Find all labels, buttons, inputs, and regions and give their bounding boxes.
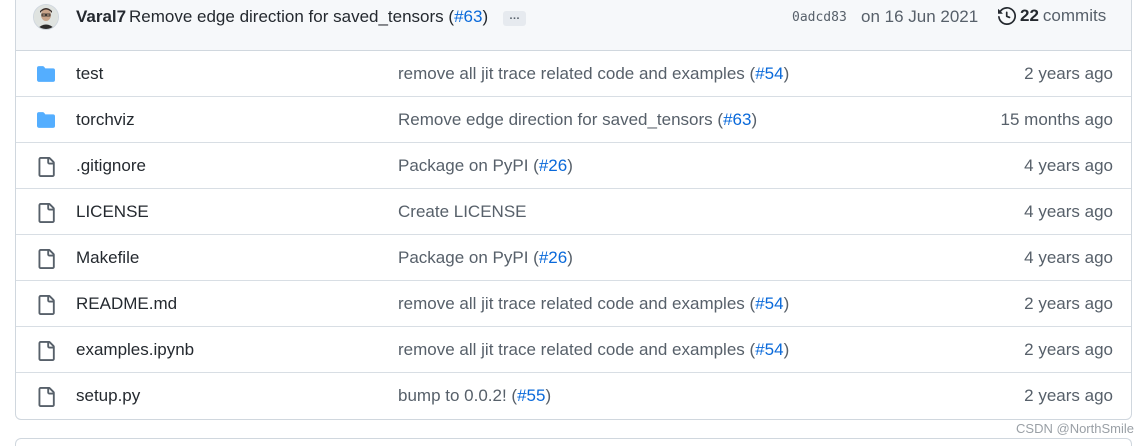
file-commit-close: ) — [783, 294, 790, 313]
file-commit-text[interactable]: Package on PyPI ( — [398, 248, 539, 267]
author-avatar[interactable] — [33, 4, 59, 30]
file-commit-message[interactable]: Package on PyPI (#26) — [398, 248, 573, 268]
file-age: 2 years ago — [1024, 340, 1113, 359]
file-commit-text[interactable]: remove all jit trace related code and ex… — [398, 340, 755, 359]
commit-author[interactable]: Varal7 — [76, 7, 126, 27]
file-row[interactable]: README.md remove all jit trace related co… — [16, 281, 1131, 327]
file-age: 2 years ago — [1024, 386, 1113, 405]
file-age: 4 years ago — [1024, 156, 1113, 175]
expand-message-button[interactable]: … — [503, 11, 526, 26]
file-commit-pr-link[interactable]: #54 — [755, 294, 783, 313]
avatar-image — [34, 5, 58, 29]
folder-icon — [36, 65, 56, 83]
file-row[interactable]: .gitignore Package on PyPI (#26) 4 years a… — [16, 143, 1131, 189]
file-name[interactable]: setup.py — [76, 386, 140, 406]
file-name[interactable]: torchviz — [76, 110, 135, 130]
file-row[interactable]: test remove all jit trace related code an… — [16, 51, 1131, 97]
file-age: 2 years ago — [1024, 294, 1113, 313]
commit-pr-link[interactable]: #63 — [454, 7, 482, 26]
file-commit-message[interactable]: Create LICENSE — [398, 202, 527, 222]
latest-commit-bar: Varal7 Remove edge direction for saved_t… — [16, 0, 1131, 51]
history-icon — [998, 7, 1016, 25]
file-commit-pr-link[interactable]: #63 — [723, 110, 751, 129]
file-name[interactable]: .gitignore — [76, 156, 146, 176]
file-name[interactable]: test — [76, 64, 103, 84]
file-age: 4 years ago — [1024, 202, 1113, 221]
file-commit-close: ) — [783, 64, 790, 83]
file-commit-message[interactable]: remove all jit trace related code and ex… — [398, 64, 789, 84]
commit-date: on 16 Jun 2021 — [861, 7, 979, 26]
file-commit-message[interactable]: remove all jit trace related code and ex… — [398, 340, 789, 360]
file-name[interactable]: LICENSE — [76, 202, 149, 222]
file-row[interactable]: examples.ipynb remove all jit trace relat… — [16, 327, 1131, 373]
folder-icon — [36, 111, 56, 129]
commit-count: 22 — [1020, 6, 1039, 25]
file-commit-text[interactable]: bump to 0.0.2! ( — [398, 386, 517, 405]
file-commit-message[interactable]: remove all jit trace related code and ex… — [398, 294, 789, 314]
file-icon — [36, 295, 56, 315]
file-commit-pr-link[interactable]: #26 — [539, 156, 567, 175]
file-commit-pr-link[interactable]: #54 — [755, 340, 783, 359]
file-row[interactable]: torchviz Remove edge direction for saved_… — [16, 97, 1131, 143]
file-commit-close: ) — [567, 248, 573, 267]
commit-message-text[interactable]: Remove edge direction for saved_tensors … — [129, 7, 454, 26]
file-commit-message[interactable]: Remove edge direction for saved_tensors … — [398, 110, 757, 130]
commits-link[interactable]: 22 commits — [998, 6, 1106, 26]
file-commit-text[interactable]: remove all jit trace related code and ex… — [398, 294, 755, 313]
file-commit-text[interactable]: Create LICENSE — [398, 202, 527, 221]
commit-sha[interactable]: 0adcd83 — [792, 10, 847, 25]
file-age: 2 years ago — [1024, 64, 1113, 83]
file-commit-close: ) — [545, 386, 552, 405]
file-commit-close: ) — [567, 156, 573, 175]
file-age: 15 months ago — [1000, 110, 1113, 129]
file-commit-close: ) — [751, 110, 758, 129]
file-commit-pr-link[interactable]: #26 — [539, 248, 567, 267]
file-commit-text[interactable]: remove all jit trace related code and ex… — [398, 64, 755, 83]
file-commit-text[interactable]: Remove edge direction for saved_tensors … — [398, 110, 723, 129]
file-name[interactable]: examples.ipynb — [76, 340, 194, 360]
file-row[interactable]: setup.py bump to 0.0.2! (#55) 2 years ago — [16, 373, 1131, 419]
file-icon — [36, 203, 56, 223]
file-age: 4 years ago — [1024, 248, 1113, 267]
commits-label: commits — [1042, 6, 1107, 25]
file-name[interactable]: Makefile — [76, 248, 139, 268]
file-icon — [36, 387, 56, 407]
file-commit-message[interactable]: Package on PyPI (#26) — [398, 156, 573, 176]
watermark: CSDN @NorthSmile — [1016, 421, 1134, 436]
file-row[interactable]: LICENSE Create LICENSE 4 years ago — [16, 189, 1131, 235]
file-commit-message[interactable]: bump to 0.0.2! (#55) — [398, 386, 551, 406]
commit-message-close: ) — [482, 7, 489, 26]
file-icon — [36, 157, 56, 177]
file-browser: Varal7 Remove edge direction for saved_t… — [15, 0, 1132, 420]
file-name[interactable]: README.md — [76, 294, 177, 314]
file-commit-pr-link[interactable]: #55 — [517, 386, 545, 405]
file-icon — [36, 341, 56, 361]
file-commit-text[interactable]: Package on PyPI ( — [398, 156, 539, 175]
file-list: test remove all jit trace related code an… — [16, 51, 1131, 419]
file-commit-pr-link[interactable]: #54 — [755, 64, 783, 83]
commit-message[interactable]: Remove edge direction for saved_tensors … — [129, 7, 488, 27]
file-row[interactable]: Makefile Package on PyPI (#26) 4 years ago — [16, 235, 1131, 281]
file-commit-close: ) — [783, 340, 790, 359]
file-icon — [36, 249, 56, 269]
